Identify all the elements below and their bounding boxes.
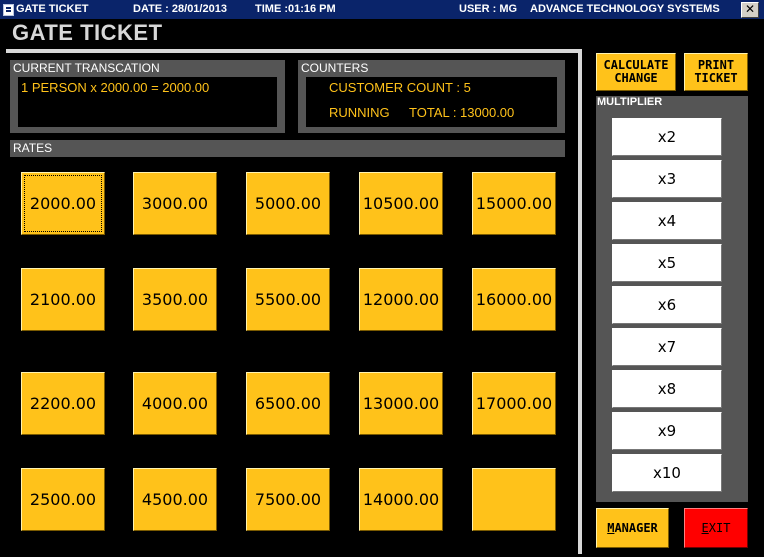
manager-button[interactable]: MANAGER xyxy=(596,508,669,548)
close-icon: ✕ xyxy=(744,2,756,16)
date-label: DATE : 28/01/2013 xyxy=(133,3,227,15)
calculate-change-label: CALCULATE CHANGE xyxy=(603,59,668,85)
title-bar: GATE TICKET DATE : 28/01/2013 TIME :01:1… xyxy=(0,0,764,19)
rates-label: RATES xyxy=(13,141,53,155)
multiplier-x6-button[interactable]: x6 xyxy=(612,286,722,324)
multiplier-label: MULTIPLIER xyxy=(597,96,663,108)
current-transaction-label: CURRENT TRANSCATION xyxy=(13,61,160,75)
rate-button[interactable]: 4000.00 xyxy=(133,372,217,435)
calculate-change-button[interactable]: CALCULATE CHANGE xyxy=(596,53,676,91)
rate-button[interactable]: 17000.00 xyxy=(472,372,556,435)
counters-label: COUNTERS xyxy=(301,61,369,75)
multiplier-panel: MULTIPLIER x2 x3 x4 x5 x6 x7 x8 x9 x10 xyxy=(596,96,748,502)
transaction-line: 1 PERSON x 2000.00 = 2000.00 xyxy=(21,80,210,95)
rate-button[interactable]: 2100.00 xyxy=(21,268,105,331)
company-label: ADVANCE TECHNOLOGY SYSTEMS xyxy=(530,3,720,15)
running-total: TOTAL : 13000.00 xyxy=(409,105,515,120)
app-window-icon xyxy=(3,4,14,16)
rate-button[interactable]: 2000.00 xyxy=(21,172,105,235)
current-transaction-panel: CURRENT TRANSCATION 1 PERSON x 2000.00 =… xyxy=(10,60,285,133)
vertical-divider xyxy=(578,49,582,554)
multiplier-x9-button[interactable]: x9 xyxy=(612,412,722,450)
user-label: USER : MG xyxy=(459,3,518,15)
rate-button-empty[interactable] xyxy=(472,468,556,531)
rate-button[interactable]: 12000.00 xyxy=(359,268,443,331)
multiplier-x10-button[interactable]: x10 xyxy=(612,454,722,492)
rate-button[interactable]: 6500.00 xyxy=(246,372,330,435)
rate-button[interactable]: 2500.00 xyxy=(21,468,105,531)
rate-button[interactable]: 13000.00 xyxy=(359,372,443,435)
exit-button[interactable]: EXIT xyxy=(684,508,748,548)
multiplier-x8-button[interactable]: x8 xyxy=(612,370,722,408)
multiplier-x4-button[interactable]: x4 xyxy=(612,202,722,240)
rates-header: RATES xyxy=(10,140,565,157)
rate-button[interactable]: 5000.00 xyxy=(246,172,330,235)
calculate-change-line2: CHANGE xyxy=(614,71,658,85)
exit-label: EXIT xyxy=(702,521,731,535)
rate-button[interactable]: 10500.00 xyxy=(359,172,443,235)
counters-panel: COUNTERS CUSTOMER COUNT : 5 RUNNING TOTA… xyxy=(298,60,565,133)
multiplier-x5-button[interactable]: x5 xyxy=(612,244,722,282)
manager-label-rest: ANAGER xyxy=(614,520,658,535)
gate-ticket-window: GATE TICKET DATE : 28/01/2013 TIME :01:1… xyxy=(0,0,764,557)
customer-count: CUSTOMER COUNT : 5 xyxy=(329,80,471,95)
exit-mnemonic: E xyxy=(701,521,709,535)
exit-label-rest: XIT xyxy=(708,521,731,535)
page-title: GATE TICKET xyxy=(12,20,163,45)
rate-button[interactable]: 16000.00 xyxy=(472,268,556,331)
print-ticket-button[interactable]: PRINT TICKET xyxy=(684,53,748,91)
current-transaction-display: 1 PERSON x 2000.00 = 2000.00 xyxy=(18,77,277,127)
counters-display: CUSTOMER COUNT : 5 RUNNING TOTAL : 13000… xyxy=(306,77,557,127)
multiplier-x3-button[interactable]: x3 xyxy=(612,160,722,198)
time-label: TIME :01:16 PM xyxy=(255,3,336,15)
close-window-button[interactable]: ✕ xyxy=(741,2,759,18)
rate-button[interactable]: 2200.00 xyxy=(21,372,105,435)
rate-button[interactable]: 5500.00 xyxy=(246,268,330,331)
print-ticket-label: PRINT TICKET xyxy=(694,59,737,85)
print-ticket-line2: TICKET xyxy=(694,71,738,85)
rate-button[interactable]: 4500.00 xyxy=(133,468,217,531)
rate-button[interactable]: 15000.00 xyxy=(472,172,556,235)
rate-button[interactable]: 7500.00 xyxy=(246,468,330,531)
manager-label: MANAGER xyxy=(607,520,658,535)
rate-button[interactable]: 3000.00 xyxy=(133,172,217,235)
header-divider xyxy=(6,49,581,53)
multiplier-x2-button[interactable]: x2 xyxy=(612,118,722,156)
multiplier-x7-button[interactable]: x7 xyxy=(612,328,722,366)
running-label: RUNNING xyxy=(329,105,390,120)
rate-button[interactable]: 14000.00 xyxy=(359,468,443,531)
window-title: GATE TICKET xyxy=(16,3,89,15)
rate-button[interactable]: 3500.00 xyxy=(133,268,217,331)
